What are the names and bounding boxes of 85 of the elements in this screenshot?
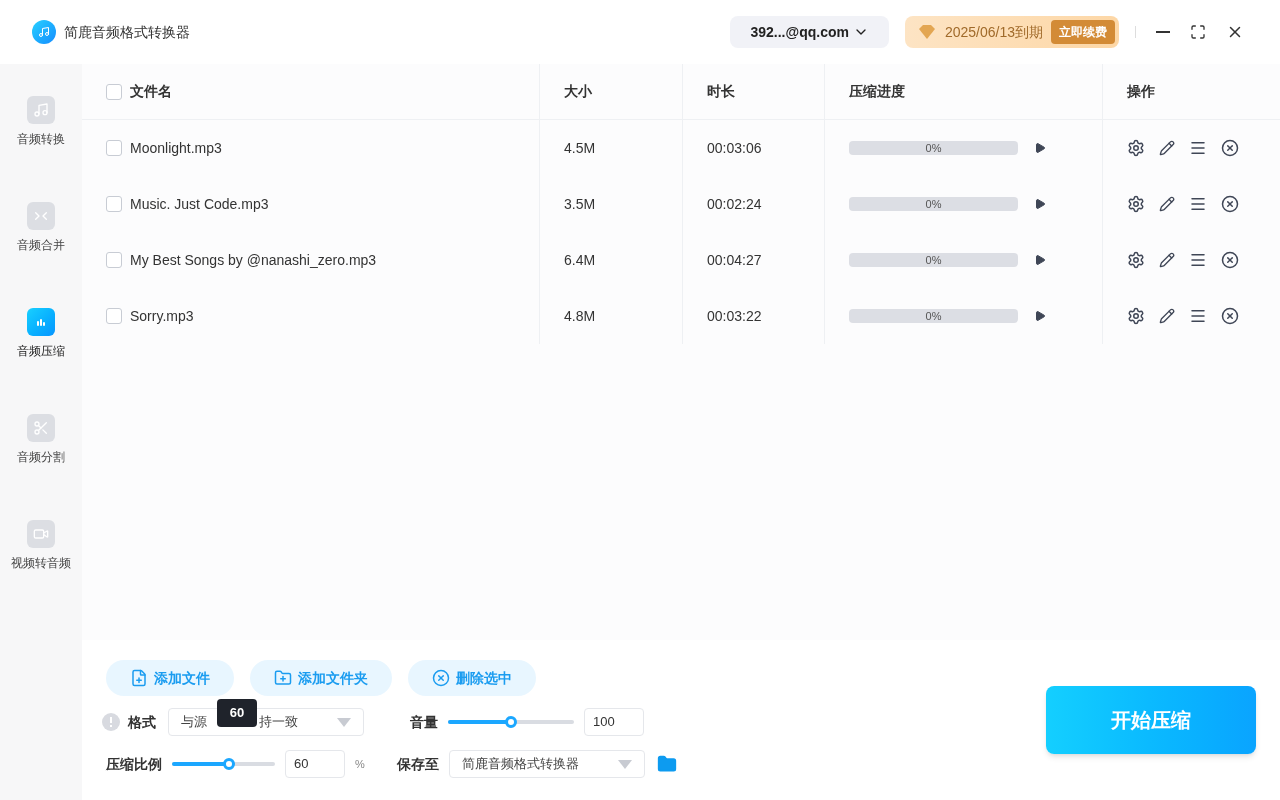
play-button[interactable] xyxy=(1034,310,1046,322)
edit-button[interactable] xyxy=(1159,196,1175,212)
ratio-label: 压缩比例 xyxy=(106,754,163,774)
caret-icon xyxy=(617,759,632,769)
progress-text: 0% xyxy=(925,140,942,156)
menu-button[interactable] xyxy=(1189,307,1207,325)
maximize-icon xyxy=(1190,24,1206,40)
audio-bars-icon xyxy=(27,308,55,336)
checkbox[interactable] xyxy=(106,252,122,268)
column-header: 时长 xyxy=(707,82,735,101)
ratio-field[interactable]: 60 xyxy=(285,750,345,778)
tooltip: 60 xyxy=(217,699,257,727)
slider-thumb[interactable] xyxy=(222,758,235,770)
folder-button[interactable] xyxy=(656,754,677,774)
menu-button[interactable] xyxy=(1189,139,1207,157)
minimize-icon xyxy=(1156,31,1170,33)
sidebar-item[interactable]: 音频转换 xyxy=(17,96,65,148)
remove-button[interactable] xyxy=(1221,139,1239,157)
edit-button[interactable] xyxy=(1159,140,1175,156)
circle-x-icon xyxy=(432,669,450,687)
sidebar-item[interactable]: 音频分割 xyxy=(17,414,65,466)
arrows-inward-icon xyxy=(27,202,55,230)
settings-button[interactable] xyxy=(1127,195,1145,213)
settings-button[interactable] xyxy=(1127,307,1145,325)
play-button[interactable] xyxy=(1034,142,1046,154)
select-text: 与源 xyxy=(181,713,207,732)
progress-text: 0% xyxy=(925,196,942,212)
music-note-icon xyxy=(27,96,55,124)
file-name: Music. Just Code.mp3 xyxy=(130,194,269,214)
remove-button[interactable] xyxy=(1221,195,1239,213)
file-duration: 00:03:22 xyxy=(707,306,762,326)
expiry-text: 2025/06/13到期 xyxy=(944,22,1043,42)
folder-icon xyxy=(656,754,677,774)
remove-button[interactable] xyxy=(1221,307,1239,325)
caret-icon xyxy=(337,717,351,727)
remove-button[interactable] xyxy=(1221,251,1239,269)
select-text: 持一致 xyxy=(259,713,298,732)
file-size: 6.4M xyxy=(564,250,596,270)
file-size: 3.5M xyxy=(564,194,596,214)
sidebar-item[interactable]: 视频转音频 xyxy=(11,520,71,572)
file-size: 4.5M xyxy=(564,138,596,158)
file-name: Sorry.mp3 xyxy=(130,306,194,326)
checkbox[interactable] xyxy=(106,308,122,324)
progress-text: 0% xyxy=(925,252,942,268)
scissors-icon xyxy=(27,414,55,442)
checkbox[interactable] xyxy=(106,83,122,100)
file-name: My Best Songs by @nanashi_zero.mp3 xyxy=(130,250,377,270)
volume-field[interactable]: 100 xyxy=(584,708,644,736)
volume-label: 音量 xyxy=(410,712,439,732)
progress-text: 0% xyxy=(925,308,942,324)
percent-unit: % xyxy=(355,756,365,772)
file-plus-icon xyxy=(130,669,148,687)
video-camera-icon xyxy=(27,520,55,548)
file-name: Moonlight.mp3 xyxy=(130,138,222,158)
checkbox[interactable] xyxy=(106,140,122,156)
menu-button[interactable] xyxy=(1189,195,1207,213)
save-label: 保存至 xyxy=(396,754,440,774)
sidebar-item[interactable]: 音频压缩 xyxy=(17,308,65,360)
app-title: 简鹿音频格式转换器 xyxy=(64,22,190,42)
play-button[interactable] xyxy=(1034,198,1046,210)
column-header: 操作 xyxy=(1127,82,1155,101)
diamond-icon xyxy=(916,24,937,40)
file-duration: 00:04:27 xyxy=(707,250,762,270)
column-header: 大小 xyxy=(564,82,592,101)
account-button[interactable]: 392...@qq.com xyxy=(730,16,889,48)
sidebar-item[interactable]: 音频合并 xyxy=(17,202,65,254)
format-label: 格式 xyxy=(128,712,157,732)
select-text: 简鹿音频格式转换器 xyxy=(461,755,579,774)
play-button[interactable] xyxy=(1034,254,1046,266)
logo-icon xyxy=(32,20,56,44)
column-header: 压缩进度 xyxy=(849,82,905,101)
file-size: 4.8M xyxy=(564,306,596,326)
settings-button[interactable] xyxy=(1127,251,1145,269)
file-duration: 00:02:24 xyxy=(707,194,762,214)
edit-button[interactable] xyxy=(1159,252,1175,268)
settings-button[interactable] xyxy=(1127,139,1145,157)
edit-button[interactable] xyxy=(1159,308,1175,324)
checkbox[interactable] xyxy=(106,196,122,212)
save-select[interactable]: 简鹿音频格式转换器 xyxy=(448,750,645,778)
folder-plus-icon xyxy=(274,669,292,687)
column-header: 文件名 xyxy=(130,82,172,101)
file-duration: 00:03:06 xyxy=(707,138,762,158)
menu-button[interactable] xyxy=(1189,251,1207,269)
info-icon xyxy=(102,713,120,731)
slider-thumb[interactable] xyxy=(505,716,517,728)
